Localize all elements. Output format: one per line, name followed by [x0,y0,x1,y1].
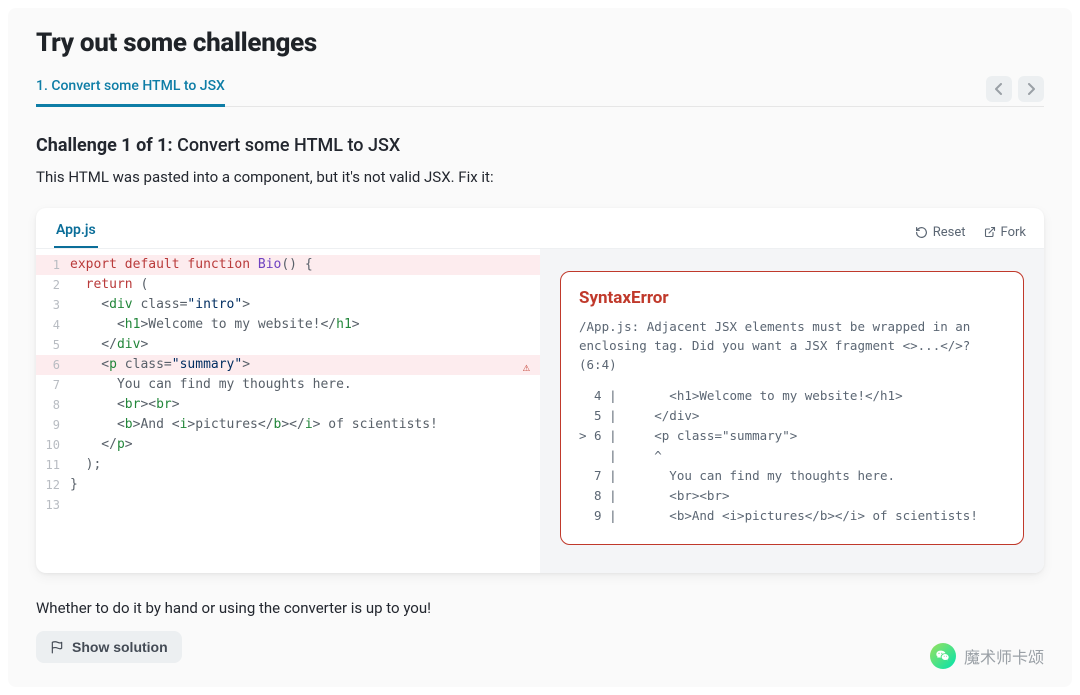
code-text: <p class="summary"> [70,355,250,375]
code-line: 11 ); [36,455,540,475]
watermark-text: 魔术师卡颂 [964,644,1044,668]
code-text: <b>And <i>pictures</b></i> of scientists… [70,415,438,435]
code-text: You can find my thoughts here. [70,375,352,395]
watermark: 魔术师卡颂 [930,643,1044,669]
challenge-number: Challenge 1 of 1: [36,135,173,156]
code-sandbox: App.js Reset Fork 1 export default funct… [36,208,1044,573]
external-link-icon [984,226,996,238]
warning-icon: ⚠ [523,357,530,377]
bottom-note: Whether to do it by hand or using the co… [36,599,1044,617]
line-number: 12 [36,475,70,495]
code-line: 7 You can find my thoughts here. [36,375,540,395]
tabs-row: 1. Convert some HTML to JSX [36,72,1044,107]
code-line: 1 export default function Bio() { [36,255,540,275]
chevron-right-icon [1027,83,1035,95]
line-number: 13 [36,495,70,515]
fork-label: Fork [1001,225,1026,240]
code-text: <div class="intro"> [70,295,250,315]
prev-challenge-button[interactable] [986,76,1012,102]
code-line: 5 </div> [36,335,540,355]
code-line: 3 <div class="intro"> [36,295,540,315]
error-trace: 4 | <h1>Welcome to my website!</h1> 5 | … [579,386,1005,526]
code-text: ); [70,455,101,475]
sandbox-actions: Reset Fork [915,225,1026,240]
reset-label: Reset [933,225,966,240]
line-number: 3 [36,295,70,315]
code-text: return ( [70,275,148,295]
challenge-tab[interactable]: 1. Convert some HTML to JSX [36,72,225,107]
challenge-title: Challenge 1 of 1: Convert some HTML to J… [36,135,1044,156]
code-line: 2 return ( [36,275,540,295]
code-editor[interactable]: 1 export default function Bio() { 2 retu… [36,249,540,573]
reset-icon [915,226,928,239]
show-solution-label: Show solution [72,639,168,655]
line-number: 4 [36,315,70,335]
error-message: /App.js: Adjacent JSX elements must be w… [579,318,1005,374]
line-number: 2 [36,275,70,295]
code-text: <br><br> [70,395,180,415]
line-number: 9 [36,415,70,435]
nav-buttons [986,76,1044,102]
code-text: </div> [70,335,148,355]
flag-icon [50,640,64,654]
code-line: 8 <br><br> [36,395,540,415]
line-number: 5 [36,335,70,355]
wechat-icon [930,643,956,669]
sandbox-body: 1 export default function Bio() { 2 retu… [36,248,1044,573]
fork-button[interactable]: Fork [984,225,1026,240]
code-line: 13 [36,495,540,515]
error-box: SyntaxError /App.js: Adjacent JSX elemen… [560,271,1024,545]
line-number: 1 [36,255,70,275]
challenge-description: This HTML was pasted into a component, b… [36,168,1044,186]
file-tab[interactable]: App.js [54,216,98,248]
sandbox-header: App.js Reset Fork [36,208,1044,248]
error-title: SyntaxError [579,288,1005,308]
line-number: 7 [36,375,70,395]
line-number: 6 [36,355,70,375]
line-number: 8 [36,395,70,415]
preview-pane: SyntaxError /App.js: Adjacent JSX elemen… [540,249,1044,573]
code-line: 10 </p> [36,435,540,455]
next-challenge-button[interactable] [1018,76,1044,102]
code-line-error: 6 <p class="summary"> ⚠ [36,355,540,375]
show-solution-button[interactable]: Show solution [36,631,182,663]
reset-button[interactable]: Reset [915,225,966,240]
code-text: } [70,475,78,495]
code-text: <h1>Welcome to my website!</h1> [70,315,360,335]
main-heading: Try out some challenges [36,28,1044,58]
challenge-name: Convert some HTML to JSX [173,135,401,156]
code-line: 4 <h1>Welcome to my website!</h1> [36,315,540,335]
code-line: 12 } [36,475,540,495]
line-number: 11 [36,455,70,475]
code-text: </p> [70,435,133,455]
chevron-left-icon [995,83,1003,95]
code-text: export default function Bio() { [70,255,313,275]
challenge-page: Try out some challenges 1. Convert some … [8,8,1072,687]
line-number: 10 [36,435,70,455]
code-line: 9 <b>And <i>pictures</b></i> of scientis… [36,415,540,435]
